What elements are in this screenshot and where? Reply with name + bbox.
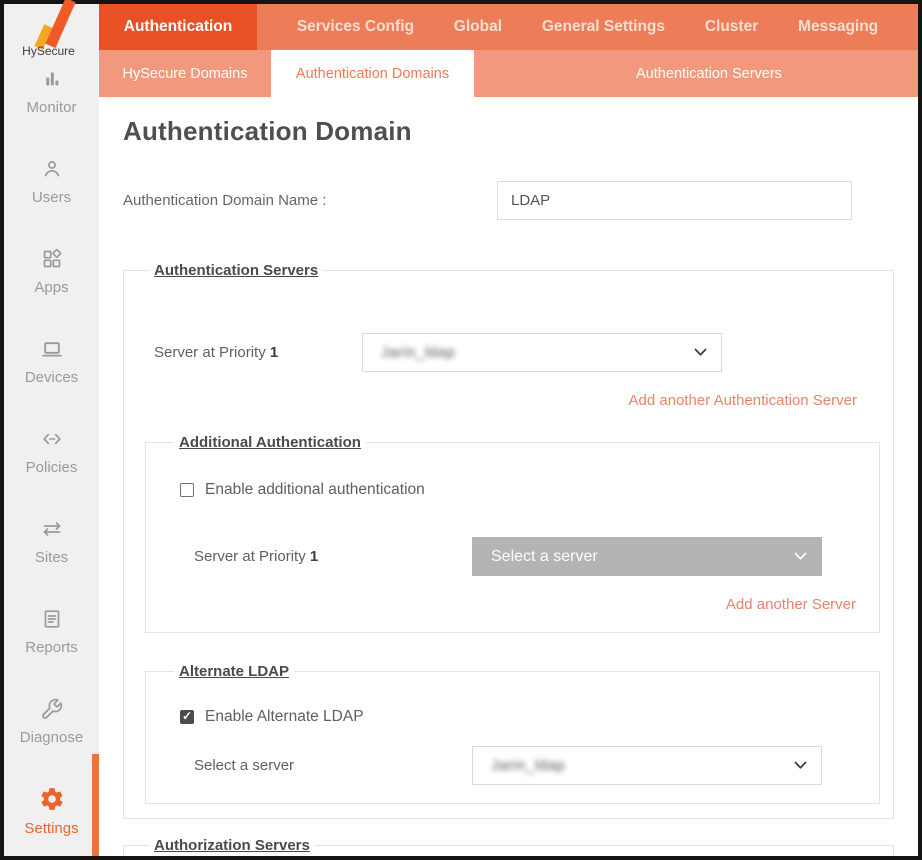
bar-chart-icon [40, 67, 64, 91]
chevron-down-icon [694, 348, 707, 357]
sidebar-item-sites[interactable]: Sites [4, 496, 99, 586]
add-authentication-server-link[interactable]: Add another Authentication Server [629, 392, 858, 409]
user-icon [40, 157, 64, 181]
chevron-down-icon [794, 552, 807, 561]
additional-authentication-section: Additional Authentication Enable additio… [145, 434, 880, 633]
tab-cluster[interactable]: Cluster [705, 4, 758, 50]
sidebar-item-label: Sites [35, 549, 68, 566]
sub-nav: HySecure Domains Authentication Domains … [99, 50, 918, 97]
authorization-servers-section: Authorization Servers [123, 837, 894, 856]
enable-additional-auth-row: Enable additional authentication [180, 481, 879, 499]
sidebar-item-label: Diagnose [20, 729, 83, 746]
additional-server-priority-row: Server at Priority 1 Select a server [194, 537, 879, 576]
select-a-server-value: Select a server [491, 548, 794, 566]
page-title: Authentication Domain [123, 116, 894, 147]
authentication-servers-legend: Authentication Servers [149, 262, 323, 279]
tab-general-settings[interactable]: General Settings [542, 4, 665, 50]
sidebar-item-diagnose[interactable]: Diagnose [4, 676, 99, 766]
enable-alternate-ldap-checkbox[interactable] [180, 710, 194, 724]
code-dots-icon [40, 427, 64, 451]
alternate-ldap-legend: Alternate LDAP [174, 663, 294, 680]
alternate-ldap-section: Alternate LDAP Enable Alternate LDAP Sel… [145, 663, 880, 804]
authorization-servers-legend: Authorization Servers [149, 837, 315, 854]
authentication-servers-section: Authentication Servers Server at Priorit… [123, 262, 894, 819]
sidebar-item-devices[interactable]: Devices [4, 316, 99, 406]
add-auth-server-row: Add another Authentication Server [145, 392, 880, 410]
gear-icon [39, 786, 65, 812]
subtab-authentication-domains[interactable]: Authentication Domains [271, 50, 474, 97]
server-priority-row: Server at Priority 1 Jarin_ldap [154, 333, 880, 372]
active-item-indicator [92, 754, 99, 856]
sidebar: HySecure Monitor Users Apps Devices [4, 4, 99, 856]
sidebar-item-label: Users [32, 189, 71, 206]
tab-messaging[interactable]: Messaging [798, 4, 878, 50]
sidebar-item-label: Policies [26, 459, 78, 476]
server-priority-1-select[interactable]: Jarin_ldap [362, 333, 722, 372]
sidebar-item-settings[interactable]: Settings [4, 766, 99, 856]
add-server-row: Add another Server [170, 596, 879, 614]
top-nav: Authentication Services Config Global Ge… [99, 4, 918, 50]
domain-name-input[interactable] [497, 181, 852, 220]
subtab-hysecure-domains[interactable]: HySecure Domains [99, 50, 271, 97]
additional-server-priority-label: Server at Priority 1 [194, 548, 472, 565]
sidebar-item-users[interactable]: Users [4, 136, 99, 226]
domain-name-label: Authentication Domain Name : [123, 192, 497, 209]
additional-server-select[interactable]: Select a server [472, 537, 822, 576]
sidebar-item-apps[interactable]: Apps [4, 226, 99, 316]
enable-alternate-ldap-row: Enable Alternate LDAP [180, 708, 879, 726]
sidebar-item-label: Apps [34, 279, 68, 296]
content-area: Authentication Domain Authentication Dom… [99, 97, 918, 856]
alternate-ldap-server-row: Select a server Jarin_ldap [194, 746, 879, 785]
sidebar-item-label: Settings [24, 820, 78, 837]
app-logo[interactable]: HySecure [4, 4, 99, 38]
tab-global[interactable]: Global [454, 4, 502, 50]
domain-name-row: Authentication Domain Name : [123, 181, 894, 220]
server-priority-label: Server at Priority 1 [154, 344, 362, 361]
sidebar-item-label: Monitor [26, 99, 76, 116]
laptop-icon [40, 337, 64, 361]
alternate-ldap-server-select[interactable]: Jarin_ldap [472, 746, 822, 785]
logo-text: HySecure [4, 44, 93, 58]
wrench-icon [40, 697, 64, 721]
enable-additional-auth-checkbox[interactable] [180, 483, 194, 497]
sidebar-item-reports[interactable]: Reports [4, 586, 99, 676]
sidebar-item-label: Reports [25, 639, 78, 656]
sidebar-item-policies[interactable]: Policies [4, 406, 99, 496]
enable-alternate-ldap-label: Enable Alternate LDAP [205, 708, 364, 726]
apps-grid-icon [40, 247, 64, 271]
document-icon [40, 607, 64, 631]
add-another-server-link[interactable]: Add another Server [726, 596, 856, 613]
enable-additional-auth-label: Enable additional authentication [205, 481, 425, 499]
selected-server-value: Jarin_ldap [381, 344, 694, 361]
tab-services-config[interactable]: Services Config [297, 4, 414, 50]
chevron-down-icon [794, 761, 807, 770]
sidebar-item-label: Devices [25, 369, 78, 386]
subtab-authentication-servers[interactable]: Authentication Servers [474, 50, 918, 97]
selected-server-value: Jarin_ldap [491, 757, 794, 774]
sidebar-item-monitor[interactable]: Monitor [4, 46, 99, 136]
swap-arrows-icon [40, 517, 64, 541]
alternate-select-server-label: Select a server [194, 757, 472, 774]
additional-authentication-legend: Additional Authentication [174, 434, 366, 451]
tab-authentication[interactable]: Authentication [99, 4, 257, 50]
